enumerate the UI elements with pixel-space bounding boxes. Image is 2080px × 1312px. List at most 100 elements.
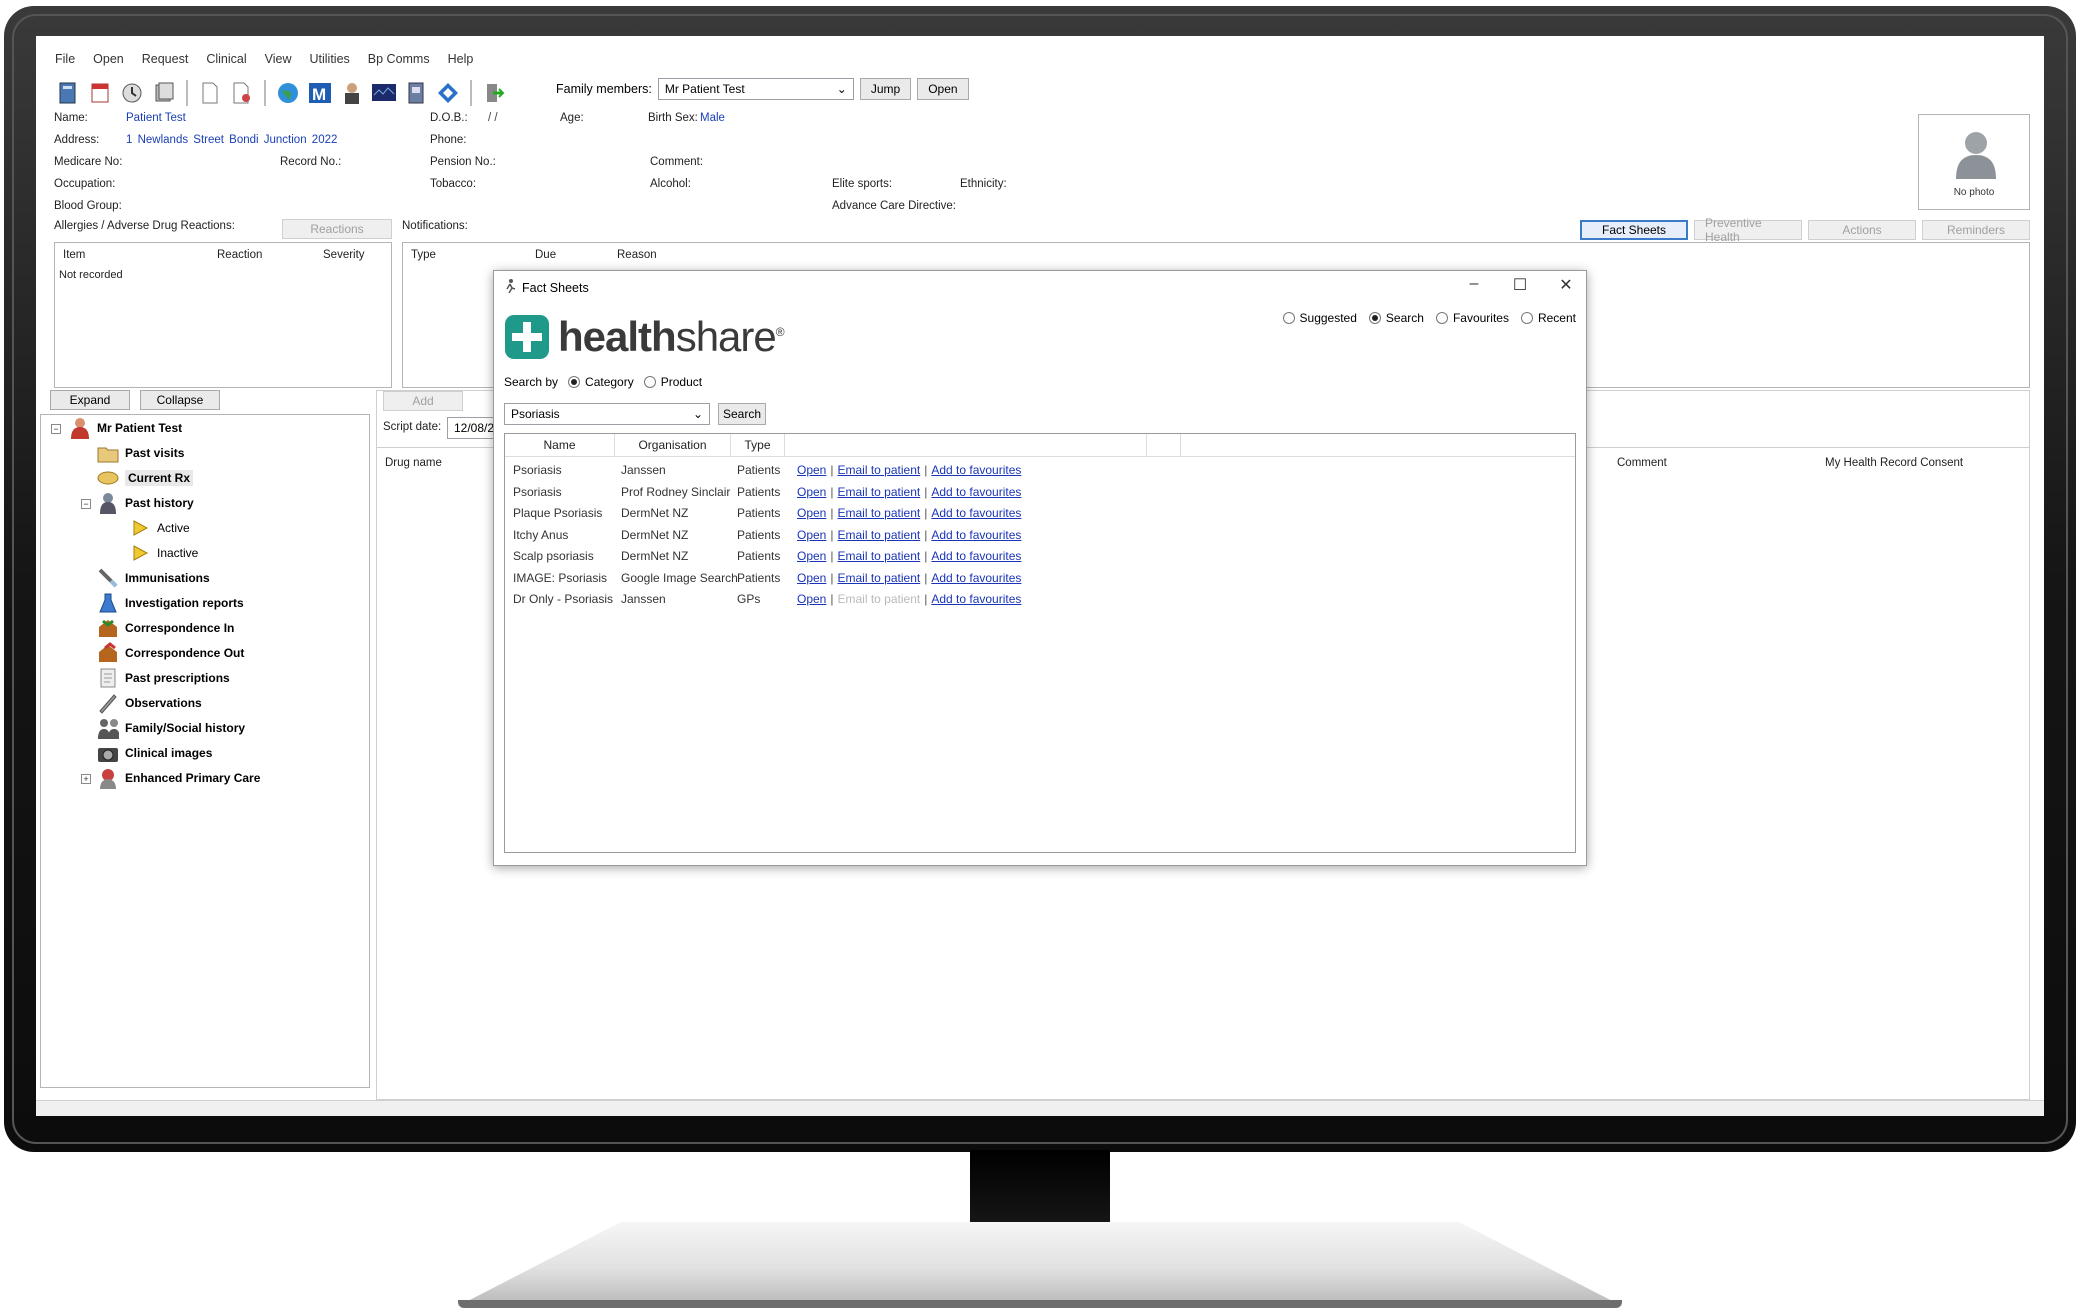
email-to-patient-link[interactable]: Email to patient [837, 528, 920, 542]
open-link[interactable]: Open [797, 592, 826, 606]
open-link[interactable]: Open [797, 571, 826, 585]
allergy-col-reaction[interactable]: Reaction [217, 249, 262, 261]
menu-request[interactable]: Request [133, 50, 198, 70]
open-patient-icon[interactable] [54, 79, 82, 107]
open-link[interactable]: Open [797, 528, 826, 542]
preventive-health-button[interactable]: Preventive Health [1694, 216, 1802, 244]
tree-item-family-social-history[interactable]: Family/Social history [97, 717, 245, 739]
table-row: Itchy Anus DermNet NZ Patients Open | Email t… [505, 525, 1575, 547]
globe-icon[interactable] [274, 79, 302, 107]
tree-expand-epc-icon[interactable]: + [81, 774, 91, 784]
tree-item-correspondence-out[interactable]: Correspondence Out [97, 642, 244, 664]
mode-favourites[interactable]: Favourites [1435, 311, 1509, 325]
exit-icon[interactable] [480, 79, 508, 107]
healthshare-diamond-icon[interactable] [434, 79, 462, 107]
notification-col-due[interactable]: Due [535, 249, 556, 261]
mhr-consent-col[interactable]: My Health Record Consent [1825, 457, 1963, 469]
doctor-icon[interactable] [338, 79, 366, 107]
search-button[interactable]: Search [718, 403, 766, 425]
reminders-button[interactable]: Reminders [1922, 220, 2030, 240]
tree-collapse-root-icon[interactable]: − [51, 424, 61, 434]
patient-photo[interactable]: No photo [1918, 114, 2030, 210]
add-to-favourites-link[interactable]: Add to favourites [931, 485, 1021, 499]
monitor-chart-icon[interactable] [370, 79, 398, 107]
clinical-tree: − Mr Patient Test Past visits Current Rx… [40, 414, 370, 1088]
search-by-product[interactable]: Product [643, 375, 702, 389]
tree-item-active[interactable]: Active [129, 517, 190, 539]
minimize-icon[interactable]: – [1462, 275, 1486, 295]
tree-item-enhanced-primary-care[interactable]: Enhanced Primary Care [97, 767, 260, 789]
appointments-icon[interactable] [86, 79, 114, 107]
no-photo-caption: No photo [1953, 187, 1995, 198]
tree-item-observations[interactable]: Observations [97, 692, 202, 714]
open-link[interactable]: Open [797, 485, 826, 499]
family-members-dropdown[interactable]: Mr Patient Test ⌄ [657, 78, 854, 100]
results-col-type[interactable]: Type [731, 434, 785, 456]
open-link[interactable]: Open [797, 463, 826, 477]
menu-file[interactable]: File [46, 50, 84, 70]
allergy-col-item[interactable]: Item [63, 249, 85, 261]
tree-item-immunisations[interactable]: Immunisations [97, 567, 210, 589]
email-to-patient-link[interactable]: Email to patient [837, 571, 920, 585]
allergies-list[interactable]: Item Reaction Severity Not recorded [54, 242, 392, 388]
results-col-organisation[interactable]: Organisation [615, 434, 731, 456]
menu-bp-comms[interactable]: Bp Comms [359, 50, 439, 70]
add-to-favourites-link[interactable]: Add to favourites [931, 528, 1021, 542]
book-icon[interactable] [402, 79, 430, 107]
mims-icon[interactable]: M [306, 79, 334, 107]
results-col-name[interactable]: Name [505, 434, 615, 456]
tree-item-current-rx[interactable]: Current Rx [97, 467, 194, 489]
tree-item-past-history[interactable]: Past history [97, 492, 194, 514]
close-icon[interactable]: ✕ [1554, 275, 1578, 295]
email-to-patient-link[interactable]: Email to patient [837, 463, 920, 477]
tree-item-correspondence-in[interactable]: Correspondence In [97, 617, 234, 639]
email-to-patient-link[interactable]: Email to patient [837, 485, 920, 499]
new-document-icon[interactable] [196, 79, 224, 107]
notification-col-type[interactable]: Type [411, 249, 436, 261]
letter-icon[interactable] [228, 79, 256, 107]
toolbar-separator [264, 80, 266, 106]
notification-col-reason[interactable]: Reason [617, 249, 657, 261]
menu-utilities[interactable]: Utilities [300, 50, 358, 70]
add-rx-button[interactable]: Add [383, 391, 463, 411]
menu-clinical[interactable]: Clinical [197, 50, 255, 70]
menu-help[interactable]: Help [439, 50, 483, 70]
search-by-category[interactable]: Category [568, 375, 634, 389]
mode-recent[interactable]: Recent [1520, 311, 1576, 325]
add-to-favourites-link[interactable]: Add to favourites [931, 506, 1021, 520]
add-to-favourites-link[interactable]: Add to favourites [931, 592, 1021, 606]
tree-item-investigation-reports[interactable]: Investigation reports [97, 592, 244, 614]
add-to-favourites-link[interactable]: Add to favourites [931, 549, 1021, 563]
allergy-col-severity[interactable]: Severity [323, 249, 365, 261]
open-link[interactable]: Open [797, 506, 826, 520]
actions-button[interactable]: Actions [1808, 220, 1916, 240]
tree-item-past-visits[interactable]: Past visits [97, 442, 184, 464]
add-to-favourites-link[interactable]: Add to favourites [931, 571, 1021, 585]
jump-button[interactable]: Jump [859, 78, 912, 100]
menu-open[interactable]: Open [84, 50, 133, 70]
tree-collapse-past-history-icon[interactable]: − [81, 499, 91, 509]
tree-item-clinical-images[interactable]: Clinical images [97, 742, 212, 764]
email-to-patient-link[interactable]: Email to patient [837, 549, 920, 563]
mode-search[interactable]: Search [1368, 311, 1424, 325]
fact-sheets-button[interactable]: Fact Sheets [1580, 220, 1688, 240]
open-link[interactable]: Open [797, 549, 826, 563]
maximize-icon[interactable]: ☐ [1508, 275, 1532, 295]
reactions-button[interactable]: Reactions [282, 219, 392, 239]
add-to-favourites-link[interactable]: Add to favourites [931, 463, 1021, 477]
tree-root[interactable]: Mr Patient Test [69, 417, 182, 439]
email-to-patient-link[interactable]: Email to patient [837, 506, 920, 520]
collapse-button[interactable]: Collapse [140, 390, 220, 410]
tree-item-inactive[interactable]: Inactive [129, 542, 198, 564]
link-separator: | [830, 484, 834, 499]
comment-col[interactable]: Comment [1617, 457, 1667, 469]
drug-name-col[interactable]: Drug name [385, 457, 442, 469]
tree-item-past-prescriptions[interactable]: Past prescriptions [97, 667, 230, 689]
menu-view[interactable]: View [256, 50, 301, 70]
waiting-room-icon[interactable] [118, 79, 146, 107]
category-search-dropdown[interactable]: Psoriasis ⌄ [504, 403, 710, 425]
records-icon[interactable] [150, 79, 178, 107]
open-button[interactable]: Open [917, 78, 969, 100]
expand-button[interactable]: Expand [50, 390, 130, 410]
mode-suggested[interactable]: Suggested [1282, 311, 1357, 325]
